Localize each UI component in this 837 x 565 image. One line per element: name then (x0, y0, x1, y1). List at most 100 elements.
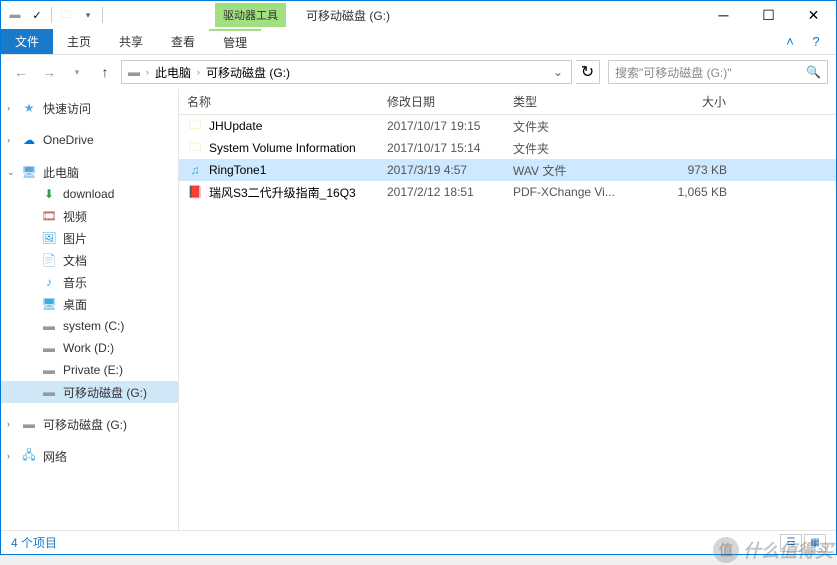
drive-icon: ▬ (41, 318, 57, 334)
watermark: 值 什么值得买 (713, 537, 833, 563)
contextual-tab-label: 驱动器工具 (215, 3, 286, 27)
sidebar-item[interactable]: ▬system (C:) (1, 315, 178, 337)
file-name: 瑞风S3二代升级指南_16Q3 (209, 184, 356, 201)
sidebar-this-pc[interactable]: ⌄ 🖥 此电脑 (1, 161, 178, 183)
file-date: 2017/3/19 4:57 (379, 163, 505, 177)
drive-icon: ▬ (41, 340, 57, 356)
file-type: 文件夹 (505, 118, 635, 135)
sidebar-item-label: Private (E:) (63, 363, 123, 377)
qat-save-icon[interactable]: ✓ (27, 5, 47, 25)
column-type[interactable]: 类型 (505, 89, 635, 114)
file-list: 名称 修改日期 类型 大小 🗀JHUpdate 2017/10/17 19:15… (179, 89, 836, 530)
file-row[interactable]: 🗀JHUpdate 2017/10/17 19:15 文件夹 (179, 115, 836, 137)
column-size[interactable]: 大小 (635, 89, 735, 114)
file-name: System Volume Information (209, 141, 356, 155)
file-row[interactable]: ♫ RingTone1 2017/3/19 4:57 WAV 文件 973 KB (179, 159, 836, 181)
close-button[interactable]: ✕ (791, 1, 836, 29)
file-name: JHUpdate (209, 119, 262, 133)
file-date: 2017/10/17 15:14 (379, 141, 505, 155)
search-placeholder: 搜索"可移动磁盘 (G:)" (615, 64, 732, 81)
image-icon: 🖼 (41, 230, 57, 246)
column-headers: 名称 修改日期 类型 大小 (179, 89, 836, 115)
back-button[interactable]: ← (9, 60, 33, 84)
file-date: 2017/10/17 19:15 (379, 119, 505, 133)
sidebar-item-label: 视频 (63, 208, 87, 225)
column-date[interactable]: 修改日期 (379, 89, 505, 114)
qat-dropdown[interactable]: ▾ (78, 5, 98, 25)
titlebar: ▬ ✓ 🗀 ▾ 驱动器工具 可移动磁盘 (G:) ─ ☐ ✕ (1, 1, 836, 29)
file-type: WAV 文件 (505, 162, 635, 179)
ribbon-expand-button[interactable]: ˄ (780, 32, 800, 52)
drive-icon: ▬ (5, 5, 25, 25)
sidebar-onedrive[interactable]: › ☁ OneDrive (1, 129, 178, 151)
chevron-down-icon[interactable]: ⌄ (7, 167, 15, 178)
wav-icon: ♫ (187, 162, 203, 178)
chevron-right-icon[interactable]: › (7, 103, 10, 113)
file-size: 973 KB (635, 163, 735, 177)
sidebar-item[interactable]: 🎞视频 (1, 205, 178, 227)
file-row[interactable]: 🗀System Volume Information 2017/10/17 15… (179, 137, 836, 159)
sidebar-item[interactable]: 📄 文档 (1, 249, 178, 271)
minimize-button[interactable]: ─ (701, 1, 746, 29)
sidebar-item[interactable]: ⬇download (1, 183, 178, 205)
sidebar-item[interactable]: 🖥 桌面 (1, 293, 178, 315)
file-type: PDF-XChange Vi... (505, 185, 635, 199)
sidebar-item-label: 音乐 (63, 274, 87, 291)
tab-view[interactable]: 查看 (157, 29, 209, 54)
chevron-right-icon[interactable]: › (195, 67, 202, 77)
up-button[interactable]: ↑ (93, 60, 117, 84)
forward-button[interactable]: → (37, 60, 61, 84)
drive-icon: ▬ (21, 416, 37, 432)
chevron-right-icon[interactable]: › (7, 135, 10, 145)
desktop-icon: 🖥 (41, 296, 57, 312)
cloud-icon: ☁ (21, 132, 37, 148)
sidebar-item[interactable]: 🖼 图片 (1, 227, 178, 249)
file-size: 1,065 KB (635, 185, 735, 199)
column-name[interactable]: 名称 (179, 89, 379, 114)
sidebar-removable-disk[interactable]: › ▬ 可移动磁盘 (G:) (1, 413, 178, 435)
tab-manage[interactable]: 管理 (209, 29, 261, 54)
file-date: 2017/2/12 18:51 (379, 185, 505, 199)
sidebar-quick-access[interactable]: › ★ 快速访问 (1, 97, 178, 119)
sidebar-item[interactable]: ▬ Work (D:) (1, 337, 178, 359)
network-icon: 🖧 (21, 448, 37, 464)
sidebar-item-label: 桌面 (63, 296, 87, 313)
sidebar-item[interactable]: ▬ 可移动磁盘 (G:) (1, 381, 178, 403)
breadcrumb-segment[interactable]: 可移动磁盘 (G:) (202, 64, 294, 81)
sidebar-item[interactable]: ♪ 音乐 (1, 271, 178, 293)
doc-icon: 📄 (41, 252, 57, 268)
address-row: ← → ▾ ↑ ▬ › 此电脑 › 可移动磁盘 (G:) ⌄ ↻ 搜索"可移动磁… (1, 55, 836, 89)
maximize-button[interactable]: ☐ (746, 1, 791, 29)
recent-dropdown[interactable]: ▾ (65, 60, 89, 84)
chevron-right-icon[interactable]: › (7, 451, 10, 461)
navigation-pane: › ★ 快速访问 › ☁ OneDrive ⌄ 🖥 此电脑 ⬇download🎞… (1, 89, 179, 530)
folder-icon: 🗀 (56, 5, 76, 25)
file-name: RingTone1 (209, 163, 266, 177)
sidebar-item-label: 可移动磁盘 (G:) (63, 384, 147, 401)
drive-icon: ▬ (41, 384, 57, 400)
search-input[interactable]: 搜索"可移动磁盘 (G:)" 🔍 (608, 60, 828, 84)
chevron-right-icon[interactable]: › (144, 67, 151, 77)
address-dropdown[interactable]: ⌄ (547, 65, 569, 79)
tab-share[interactable]: 共享 (105, 29, 157, 54)
help-button[interactable]: ? (806, 32, 826, 52)
star-icon: ★ (21, 100, 37, 116)
tab-home[interactable]: 主页 (53, 29, 105, 54)
search-icon[interactable]: 🔍 (806, 65, 821, 79)
file-row[interactable]: 📕瑞风S3二代升级指南_16Q3 2017/2/12 18:51 PDF-XCh… (179, 181, 836, 203)
sidebar-network[interactable]: › 🖧 网络 (1, 445, 178, 467)
chevron-right-icon[interactable]: › (7, 419, 10, 429)
sidebar-item-label: Work (D:) (63, 341, 114, 355)
breadcrumb-segment[interactable]: 此电脑 (151, 64, 195, 81)
file-type: 文件夹 (505, 140, 635, 157)
sidebar-item-label: 文档 (63, 252, 87, 269)
pc-icon: 🖥 (21, 164, 37, 180)
sidebar-item[interactable]: ▬ Private (E:) (1, 359, 178, 381)
address-bar[interactable]: ▬ › 此电脑 › 可移动磁盘 (G:) ⌄ (121, 60, 572, 84)
music-icon: ♪ (41, 274, 57, 290)
sidebar-item-label: 图片 (63, 230, 87, 247)
drive-icon: ▬ (41, 362, 57, 378)
download-icon: ⬇ (41, 186, 57, 202)
tab-file[interactable]: 文件 (1, 29, 53, 54)
refresh-button[interactable]: ↻ (576, 60, 600, 84)
